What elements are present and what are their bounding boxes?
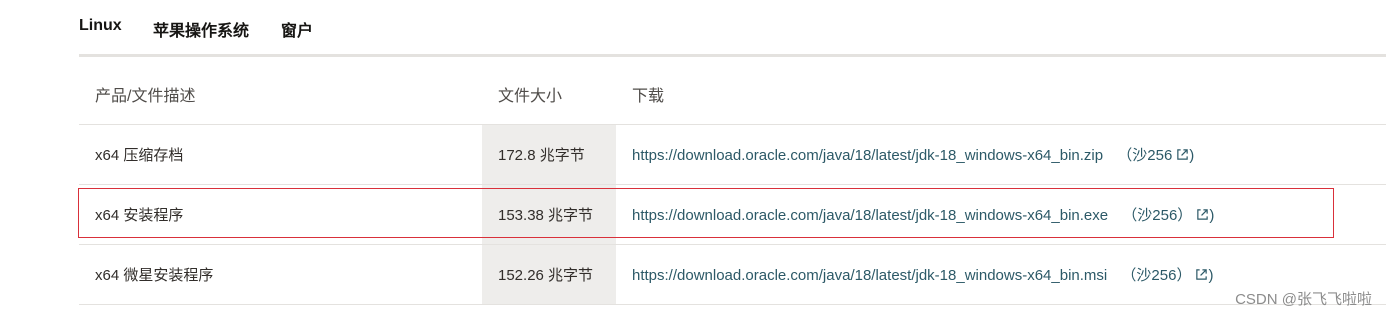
tab-underline-divider xyxy=(79,54,1386,57)
checksum-close-paren: ) xyxy=(1189,146,1195,164)
external-link-icon[interactable] xyxy=(1196,208,1209,221)
checksum-link[interactable]: （沙256） xyxy=(1121,267,1191,284)
os-tab-bar: Linux 苹果操作系统 窗户 xyxy=(79,0,1386,57)
download-link-msi[interactable]: https://download.oracle.com/java/18/late… xyxy=(632,267,1107,284)
tab-windows[interactable]: 窗户 xyxy=(281,17,314,57)
checksum-link[interactable]: （沙256） xyxy=(1122,207,1192,224)
row-description: x64 微星安装程序 xyxy=(79,244,482,305)
tab-macos[interactable]: 苹果操作系统 xyxy=(153,17,249,57)
table-header-row: 产品/文件描述 文件大小 下载 xyxy=(79,64,1386,125)
checksum-close-paren: ) xyxy=(1208,266,1214,284)
table-row: x64 安装程序 153.38 兆字节 https://download.ora… xyxy=(79,184,1386,245)
download-link-zip[interactable]: https://download.oracle.com/java/18/late… xyxy=(632,147,1103,164)
table-row: x64 压缩存档 172.8 兆字节 https://download.orac… xyxy=(79,124,1386,185)
external-link-icon[interactable] xyxy=(1195,268,1208,281)
header-download: 下载 xyxy=(616,64,1386,125)
download-table: 产品/文件描述 文件大小 下载 x64 压缩存档 172.8 兆字节 https… xyxy=(79,64,1386,305)
row-file-size: 172.8 兆字节 xyxy=(482,124,616,185)
row-description: x64 压缩存档 xyxy=(79,124,482,185)
row-download-cell: https://download.oracle.com/java/18/late… xyxy=(616,184,1386,245)
header-file-size: 文件大小 xyxy=(482,64,616,125)
row-file-size: 153.38 兆字节 xyxy=(482,184,616,245)
tab-linux[interactable]: Linux xyxy=(79,17,122,57)
table-row: x64 微星安装程序 152.26 兆字节 https://download.o… xyxy=(79,244,1386,305)
checksum-close-paren: ) xyxy=(1209,206,1215,224)
csdn-watermark: CSDN @张飞飞啦啦 xyxy=(1235,291,1372,308)
header-description: 产品/文件描述 xyxy=(79,64,482,125)
row-download-cell: https://download.oracle.com/java/18/late… xyxy=(616,124,1386,185)
checksum-link[interactable]: （沙256 xyxy=(1117,147,1172,164)
download-link-exe[interactable]: https://download.oracle.com/java/18/late… xyxy=(632,207,1108,224)
row-file-size: 152.26 兆字节 xyxy=(482,244,616,305)
row-description: x64 安装程序 xyxy=(79,184,482,245)
external-link-icon[interactable] xyxy=(1176,148,1189,161)
